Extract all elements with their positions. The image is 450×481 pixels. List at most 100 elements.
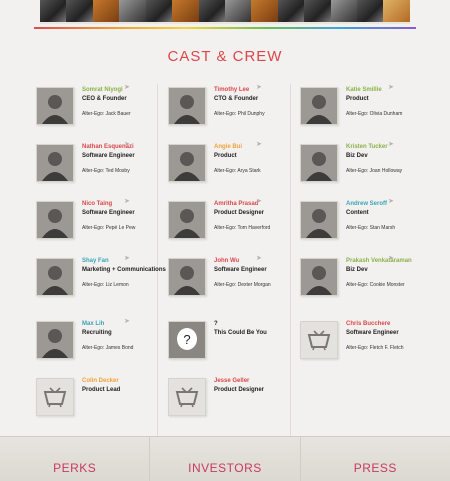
member-role: Software Engineer	[82, 210, 135, 216]
twitter-icon[interactable]: ➤	[124, 255, 132, 262]
member-photo	[36, 321, 74, 359]
member-info: Katie Smillie Product Alter-Ego: Olivia Du…	[346, 87, 432, 118]
team-member-card: Kristen Tucker Biz Dev Alter-Ego: Joan Hol…	[300, 141, 432, 190]
team-member-card: Angie Bui Product Alter-Ego: Arya Stark ➤	[168, 141, 300, 190]
member-name: Jesse Geller	[214, 378, 250, 384]
twitter-icon[interactable]: ➤	[256, 141, 264, 148]
member-alter-ego: Alter-Ego: Cookie Monster	[346, 282, 405, 288]
member-role: Software Engineer	[82, 153, 135, 159]
member-role: CEO & Founder	[82, 96, 127, 102]
tab-perks[interactable]: PERKS	[0, 437, 151, 481]
svg-text:?: ?	[183, 332, 190, 347]
member-info: Prakash Venkataraman Biz Dev Alter-Ego: Co…	[346, 258, 432, 289]
tab-investors[interactable]: INVESTORS	[150, 437, 301, 481]
member-alter-ego: Alter-Ego: Stan Marsh	[346, 225, 396, 231]
twitter-icon[interactable]: ➤	[124, 198, 132, 205]
twitter-icon[interactable]: ➤	[388, 255, 396, 262]
twitter-icon[interactable]: ➤	[124, 318, 132, 325]
member-info: Chris Bucchere Software Engineer Alter-Ego…	[346, 321, 432, 352]
twitter-icon[interactable]: ➤	[256, 84, 264, 91]
team-member-card: Nathan Esquenazi Software Engineer Alter-E…	[36, 141, 168, 190]
member-info: ? This Could Be You	[214, 321, 300, 337]
member-info: Andrew Seroff Content Alter-Ego: Stan Mars…	[346, 201, 432, 232]
team-member-card: Prakash Venkataraman Biz Dev Alter-Ego: Co…	[300, 255, 432, 304]
member-info: Jesse Geller Product Designer	[214, 378, 300, 394]
member-alter-ego: Alter-Ego: Pepé Le Pew	[82, 225, 136, 231]
member-info: Colin Decker Product Lead	[82, 378, 168, 394]
twitter-icon[interactable]: ➤	[256, 198, 264, 205]
member-role: Software Engineer	[346, 330, 399, 336]
team-member-card: Chris Bucchere Software Engineer Alter-Ego…	[300, 321, 430, 367]
team-member-card: Amritha Prasad Product Designer Alter-Ego:…	[168, 198, 300, 247]
member-alter-ego: Alter-Ego: Arya Stark	[214, 168, 261, 174]
member-alter-ego: Alter-Ego: Jack Bauer	[82, 111, 131, 117]
team-member-card: Somrat Niyogi CEO & Founder Alter-Ego: Jac…	[36, 84, 168, 133]
member-info: Nico Taing Software Engineer Alter-Ego: Pe…	[82, 201, 168, 232]
member-photo	[168, 87, 206, 125]
member-role: Product Designer	[214, 210, 265, 216]
member-alter-ego: Alter-Ego: Ted Mosby	[82, 168, 130, 174]
member-photo	[300, 87, 338, 125]
member-info: Timothy Lee CTO & Founder Alter-Ego: Phil …	[214, 87, 300, 118]
team-member-card: Max Lih Recruiting Alter-Ego: James Bond ➤	[36, 318, 168, 367]
member-info: Amritha Prasad Product Designer Alter-Ego:…	[214, 201, 300, 232]
twitter-icon[interactable]: ➤	[388, 84, 396, 91]
member-alter-ego: Alter-Ego: Dexter Morgan	[214, 282, 271, 288]
twitter-icon[interactable]: ➤	[256, 255, 264, 262]
member-photo	[168, 258, 206, 296]
member-role: Biz Dev	[346, 153, 368, 159]
member-alter-ego: Alter-Ego: Olivia Dunham	[346, 111, 403, 117]
member-name: ?	[214, 321, 218, 327]
member-photo	[36, 144, 74, 182]
section-title: CAST & CREW	[167, 48, 283, 65]
team-member-card: Colin Decker Product Lead	[36, 378, 166, 424]
team-member-card: John Wu Software Engineer Alter-Ego: Dexte…	[168, 255, 300, 304]
member-role: Recruiting	[82, 330, 112, 336]
tv-placeholder-avatar	[36, 378, 74, 416]
member-info: Kristen Tucker Biz Dev Alter-Ego: Joan Hol…	[346, 144, 432, 175]
team-member-card: Shay Fan Marketing + Communications Alter-…	[36, 255, 168, 304]
member-photo	[36, 201, 74, 239]
member-info: Nathan Esquenazi Software Engineer Alter-E…	[82, 144, 168, 175]
team-member-card: Jesse Geller Product Designer	[168, 378, 298, 424]
member-info: Shay Fan Marketing + Communications Alter-…	[82, 258, 168, 289]
member-info: John Wu Software Engineer Alter-Ego: Dexte…	[214, 258, 300, 289]
team-member-card: ?? This Could Be You	[168, 321, 298, 367]
twitter-icon[interactable]: ➤	[388, 141, 396, 148]
tab-press[interactable]: PRESS	[301, 437, 450, 481]
member-name: Colin Decker	[82, 378, 119, 384]
member-alter-ego: Alter-Ego: Phil Dunphy	[214, 111, 265, 117]
member-alter-ego: Alter-Ego: Liz Lemon	[82, 282, 129, 288]
member-alter-ego: Alter-Ego: Tom Haverford	[214, 225, 271, 231]
team-member-card: Andrew Seroff Content Alter-Ego: Stan Mars…	[300, 198, 432, 247]
team-member-card: Katie Smillie Product Alter-Ego: Olivia Du…	[300, 84, 432, 133]
member-info: Max Lih Recruiting Alter-Ego: James Bond	[82, 321, 168, 352]
team-member-card: Nico Taing Software Engineer Alter-Ego: Pe…	[36, 198, 168, 247]
member-info: Somrat Niyogi CEO & Founder Alter-Ego: Jac…	[82, 87, 168, 118]
rainbow-divider	[34, 27, 416, 29]
member-role: Marketing + Communications	[82, 267, 166, 273]
member-role: CTO & Founder	[214, 96, 259, 102]
tv-placeholder-avatar	[300, 321, 338, 359]
member-alter-ego: Alter-Ego: James Bond	[82, 345, 134, 351]
member-alter-ego: Alter-Ego: Fletch F. Fletch	[346, 345, 404, 351]
member-alter-ego: Alter-Ego: Joan Holloway	[346, 168, 403, 174]
member-photo	[300, 144, 338, 182]
twitter-icon[interactable]: ➤	[124, 84, 132, 91]
member-role: Content	[346, 210, 369, 216]
member-role: Software Engineer	[214, 267, 267, 273]
member-role: This Could Be You	[214, 330, 267, 336]
tv-placeholder-avatar	[168, 378, 206, 416]
member-photo	[168, 144, 206, 182]
member-photo	[300, 201, 338, 239]
footer-nav: PERKS INVESTORS PRESS	[0, 436, 450, 481]
member-photo	[300, 258, 338, 296]
twitter-icon[interactable]: ➤	[124, 141, 132, 148]
member-photo	[168, 201, 206, 239]
twitter-icon[interactable]: ➤	[388, 198, 396, 205]
member-name: Chris Bucchere	[346, 321, 391, 327]
member-role: Biz Dev	[346, 267, 368, 273]
member-photo	[36, 258, 74, 296]
member-info: Angie Bui Product Alter-Ego: Arya Stark	[214, 144, 300, 175]
member-photo	[36, 87, 74, 125]
